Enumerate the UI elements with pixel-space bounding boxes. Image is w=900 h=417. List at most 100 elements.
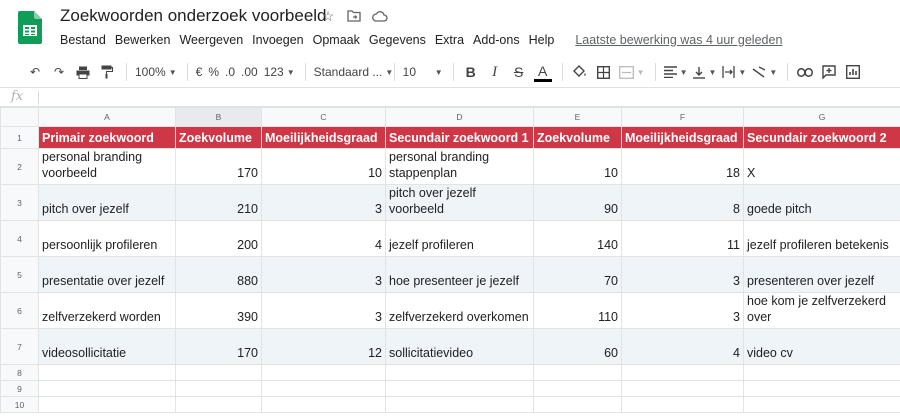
empty-cell[interactable] <box>175 380 262 397</box>
cell[interactable]: 8 <box>621 184 744 221</box>
menu-addons[interactable]: Add-ons <box>473 33 529 47</box>
menu-insert[interactable]: Invoegen <box>252 33 312 47</box>
row-header[interactable]: 7 <box>0 328 39 365</box>
empty-cell[interactable] <box>621 396 744 413</box>
column-header-f[interactable]: F <box>621 107 744 127</box>
cell[interactable]: zelfverzekerd overkomen <box>385 292 534 329</box>
cell[interactable]: X <box>743 148 900 185</box>
last-edit-link[interactable]: Laatste bewerking was 4 uur geleden <box>575 33 782 47</box>
increase-decimals-button[interactable]: .00 <box>241 60 258 84</box>
cell[interactable]: 3 <box>261 292 386 329</box>
empty-cell[interactable] <box>38 396 176 413</box>
header-cell[interactable]: Primair zoekwoord <box>38 126 176 149</box>
cell[interactable]: 90 <box>533 184 622 221</box>
cell[interactable]: 10 <box>533 148 622 185</box>
header-cell[interactable]: Zoekvolume <box>175 126 262 149</box>
paint-format-icon[interactable] <box>98 60 116 84</box>
row-header[interactable]: 3 <box>0 184 39 221</box>
cloud-status-icon[interactable] <box>372 8 388 24</box>
column-header-g[interactable]: G <box>743 107 900 127</box>
empty-cell[interactable] <box>533 380 622 397</box>
empty-cell[interactable] <box>385 380 534 397</box>
cell[interactable]: hoe presenteer je jezelf <box>385 256 534 293</box>
menu-format[interactable]: Opmaak <box>313 33 369 47</box>
header-cell[interactable]: Moeilijkheidsgraad <box>621 126 744 149</box>
cell[interactable]: 880 <box>175 256 262 293</box>
cell[interactable]: 3 <box>261 184 386 221</box>
cell[interactable]: 70 <box>533 256 622 293</box>
cell[interactable]: goede pitch <box>743 184 900 221</box>
insert-chart-icon[interactable] <box>844 60 862 84</box>
empty-cell[interactable] <box>38 364 176 381</box>
cell[interactable]: 3 <box>621 292 744 329</box>
empty-cell[interactable] <box>743 364 900 381</box>
menu-help[interactable]: Help <box>529 33 564 47</box>
move-to-folder-icon[interactable] <box>346 8 362 24</box>
cell[interactable]: 3 <box>621 256 744 293</box>
cell[interactable]: personal branding voorbeeld <box>38 148 176 185</box>
column-header-a[interactable]: A <box>38 107 176 127</box>
redo-icon[interactable]: ↷ <box>50 60 68 84</box>
more-formats-select[interactable]: 123 ▼ <box>264 60 295 84</box>
cell[interactable]: 4 <box>261 220 386 257</box>
cell[interactable]: pitch over jezelf voorbeeld <box>385 184 534 221</box>
cell[interactable]: pitch over jezelf <box>38 184 176 221</box>
cell[interactable]: 18 <box>621 148 744 185</box>
cell[interactable]: 110 <box>533 292 622 329</box>
cell[interactable]: 3 <box>261 256 386 293</box>
row-header[interactable]: 2 <box>0 148 39 185</box>
column-header-d[interactable]: D <box>385 107 534 127</box>
column-header-e[interactable]: E <box>533 107 622 127</box>
cell[interactable]: hoe kom je zelfverzekerd over <box>743 292 900 329</box>
cell[interactable]: videosollicitatie <box>38 328 176 365</box>
cell[interactable]: 60 <box>533 328 622 365</box>
menu-data[interactable]: Gegevens <box>369 33 435 47</box>
star-icon[interactable]: ☆ <box>320 8 336 24</box>
cell[interactable]: 12 <box>261 328 386 365</box>
cell[interactable]: sollicitatievideo <box>385 328 534 365</box>
empty-cell[interactable] <box>175 396 262 413</box>
text-rotation-icon[interactable]: ▼ <box>752 60 777 84</box>
select-all-corner[interactable] <box>0 107 39 127</box>
strikethrough-button[interactable]: S <box>510 60 528 84</box>
header-cell[interactable]: Zoekvolume <box>533 126 622 149</box>
empty-cell[interactable] <box>261 396 386 413</box>
cell[interactable]: 390 <box>175 292 262 329</box>
empty-cell[interactable] <box>743 380 900 397</box>
cell[interactable]: jezelf profileren <box>385 220 534 257</box>
empty-cell[interactable] <box>175 364 262 381</box>
row-header[interactable]: 8 <box>0 364 39 381</box>
borders-icon[interactable] <box>595 60 613 84</box>
decrease-decimals-button[interactable]: .0 <box>225 60 235 84</box>
row-header[interactable]: 9 <box>0 380 39 397</box>
print-icon[interactable] <box>74 60 92 84</box>
cell[interactable]: 170 <box>175 328 262 365</box>
text-color-button[interactable]: A <box>533 62 552 82</box>
italic-button[interactable]: I <box>486 60 504 84</box>
menu-tools[interactable]: Extra <box>435 33 473 47</box>
insert-comment-icon[interactable] <box>820 60 838 84</box>
empty-cell[interactable] <box>38 380 176 397</box>
cell[interactable]: video cv <box>743 328 900 365</box>
horizontal-align-icon[interactable]: ▼ <box>663 60 687 84</box>
header-cell[interactable]: Secundair zoekwoord 1 <box>385 126 534 149</box>
insert-link-icon[interactable] <box>796 60 814 84</box>
cell[interactable]: jezelf profileren betekenis <box>743 220 900 257</box>
bold-button[interactable]: B <box>462 60 480 84</box>
cell[interactable]: 10 <box>261 148 386 185</box>
menu-file[interactable]: Bestand <box>60 33 115 47</box>
menu-edit[interactable]: Bewerken <box>115 33 180 47</box>
cell[interactable]: 140 <box>533 220 622 257</box>
undo-icon[interactable]: ↶ <box>26 60 44 84</box>
menu-view[interactable]: Weergeven <box>179 33 252 47</box>
cell[interactable]: persoonlijk profileren <box>38 220 176 257</box>
text-wrapping-icon[interactable]: ▼ <box>722 60 746 84</box>
fill-color-icon[interactable] <box>571 60 589 84</box>
cell[interactable]: 11 <box>621 220 744 257</box>
cell[interactable]: 200 <box>175 220 262 257</box>
sheets-logo-icon[interactable] <box>18 11 42 44</box>
vertical-align-icon[interactable]: ▼ <box>693 60 716 84</box>
cell[interactable]: personal branding stappenplan <box>385 148 534 185</box>
empty-cell[interactable] <box>533 364 622 381</box>
empty-cell[interactable] <box>743 396 900 413</box>
